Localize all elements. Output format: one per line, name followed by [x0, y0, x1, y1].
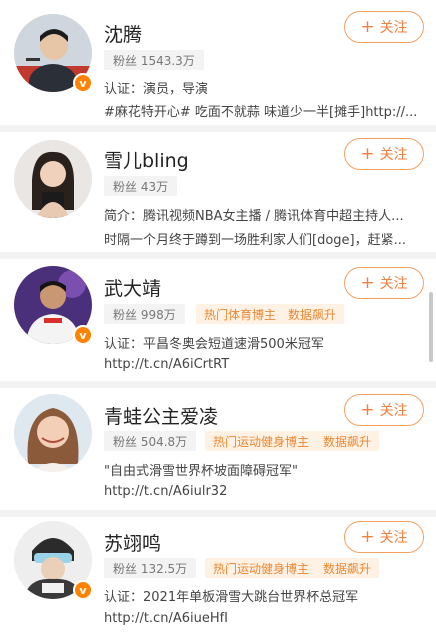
- verified-badge-icon: v: [73, 325, 93, 345]
- verified-badge-icon: v: [73, 73, 93, 93]
- user-card[interactable]: 青蛙公主爱凌 + 关注 粉丝 504.8万 热门运动健身博主 数据飙升 "自由式…: [0, 388, 436, 510]
- trending-badge: 数据飙升: [315, 558, 380, 578]
- avatar[interactable]: v: [14, 521, 93, 600]
- fans-count: 粉丝 1543.3万: [104, 50, 204, 70]
- follow-label: 关注: [379, 403, 408, 419]
- user-bio: 简介：腾讯视频NBA女主播 / 腾讯体育中超主持人...: [104, 209, 404, 224]
- hot-blogger-badge: 热门运动健身博主: [205, 431, 318, 451]
- follow-button[interactable]: + 关注: [344, 521, 424, 553]
- user-name[interactable]: 沈腾: [104, 20, 142, 47]
- follow-label: 关注: [379, 20, 408, 36]
- user-card[interactable]: v 沈腾 + 关注 粉丝 1543.3万 认证：演员，导演 #麻花特开心# 吃面…: [0, 0, 436, 125]
- plus-icon: +: [360, 143, 375, 164]
- follow-button[interactable]: + 关注: [344, 267, 424, 299]
- follow-label: 关注: [379, 530, 408, 546]
- divider: [0, 125, 436, 132]
- profile-link[interactable]: http://t.cn/A6iueHfI: [104, 611, 422, 626]
- follow-label: 关注: [379, 276, 408, 292]
- hot-blogger-badge: 热门运动健身博主: [205, 558, 318, 578]
- avatar[interactable]: [14, 394, 92, 472]
- trending-badge: 数据飙升: [315, 431, 380, 451]
- fans-count: 粉丝 504.8万: [104, 431, 197, 451]
- plus-icon: +: [360, 272, 375, 293]
- latest-post[interactable]: 时隔一个月终于蹲到一场胜利家人们[doge]，赶紧...: [104, 229, 422, 248]
- user-verification: 认证：演员，导演: [104, 82, 209, 97]
- profile-link[interactable]: http://t.cn/A6iCrtRT: [104, 357, 422, 372]
- profile-link[interactable]: http://t.cn/A6iulr32: [104, 484, 422, 499]
- follow-button[interactable]: + 关注: [344, 394, 424, 426]
- user-card[interactable]: v 苏翊鸣 + 关注 粉丝 132.5万 热门运动健身博主 数据飙升 认证：20…: [0, 517, 436, 640]
- user-name[interactable]: 青蛙公主爱凌: [104, 402, 218, 429]
- fans-count: 粉丝 998万: [104, 304, 185, 324]
- follow-label: 关注: [379, 147, 408, 163]
- follow-button[interactable]: + 关注: [344, 11, 424, 43]
- search-user-list: v 沈腾 + 关注 粉丝 1543.3万 认证：演员，导演 #麻花特开心# 吃面…: [0, 0, 436, 640]
- plus-icon: +: [360, 16, 375, 37]
- divider: [0, 381, 436, 388]
- user-name[interactable]: 武大靖: [104, 274, 161, 301]
- avatar[interactable]: v: [14, 14, 93, 93]
- verified-badge-icon: v: [73, 580, 93, 600]
- plus-icon: +: [360, 526, 375, 547]
- user-card[interactable]: v 武大靖 + 关注 粉丝 998万 热门体育博主 数据飙升 认证：平昌冬奥会短…: [0, 259, 436, 381]
- divider: [0, 252, 436, 259]
- avatar[interactable]: [14, 140, 92, 218]
- user-name[interactable]: 雪儿bling: [104, 146, 189, 173]
- user-card[interactable]: 雪儿bling + 关注 粉丝 43万 简介：腾讯视频NBA女主播 / 腾讯体育…: [0, 132, 436, 252]
- user-verification: 认证：平昌冬奥会短道速滑500米冠军: [104, 337, 324, 352]
- latest-post[interactable]: #麻花特开心# 吃面不就蒜 味道少一半[摊手]http://...: [104, 101, 422, 120]
- user-bio: "自由式滑雪世界杯坡面障碍冠军": [104, 464, 298, 479]
- divider: [0, 510, 436, 517]
- plus-icon: +: [360, 399, 375, 420]
- user-verification: 认证：2021年单板滑雪大跳台世界杯总冠军: [104, 590, 359, 605]
- follow-button[interactable]: + 关注: [344, 138, 424, 170]
- trending-badge: 数据飙升: [280, 304, 345, 324]
- avatar[interactable]: v: [14, 266, 93, 345]
- hot-blogger-badge: 热门体育博主: [196, 304, 285, 324]
- scrollbar[interactable]: [429, 292, 433, 362]
- fans-count: 粉丝 132.5万: [104, 558, 197, 578]
- user-name[interactable]: 苏翊鸣: [104, 529, 161, 556]
- fans-count: 粉丝 43万: [104, 176, 178, 196]
